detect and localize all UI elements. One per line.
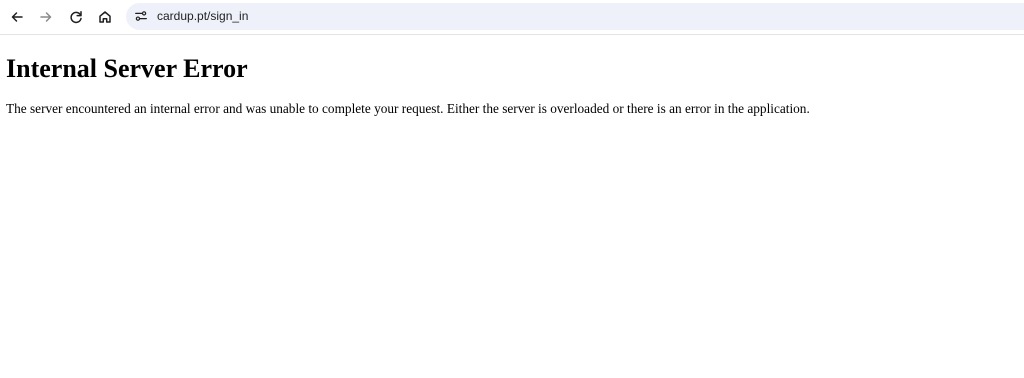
address-bar[interactable]: cardup.pt/sign_in bbox=[126, 3, 1024, 30]
site-settings-icon bbox=[135, 11, 147, 21]
back-button[interactable] bbox=[5, 5, 29, 29]
home-icon bbox=[99, 11, 111, 23]
page-title: Internal Server Error bbox=[6, 54, 248, 83]
home-button[interactable] bbox=[93, 5, 117, 29]
browser-toolbar: cardup.pt/sign_in bbox=[0, 0, 1024, 35]
reload-icon bbox=[70, 11, 82, 24]
site-info-button[interactable] bbox=[133, 8, 149, 24]
back-arrow-icon bbox=[11, 12, 23, 22]
error-message: The server encountered an internal error… bbox=[6, 101, 810, 116]
reload-button[interactable] bbox=[64, 5, 88, 29]
forward-arrow-icon bbox=[40, 12, 52, 22]
url-text[interactable]: cardup.pt/sign_in bbox=[157, 8, 248, 24]
forward-button[interactable] bbox=[34, 5, 58, 29]
